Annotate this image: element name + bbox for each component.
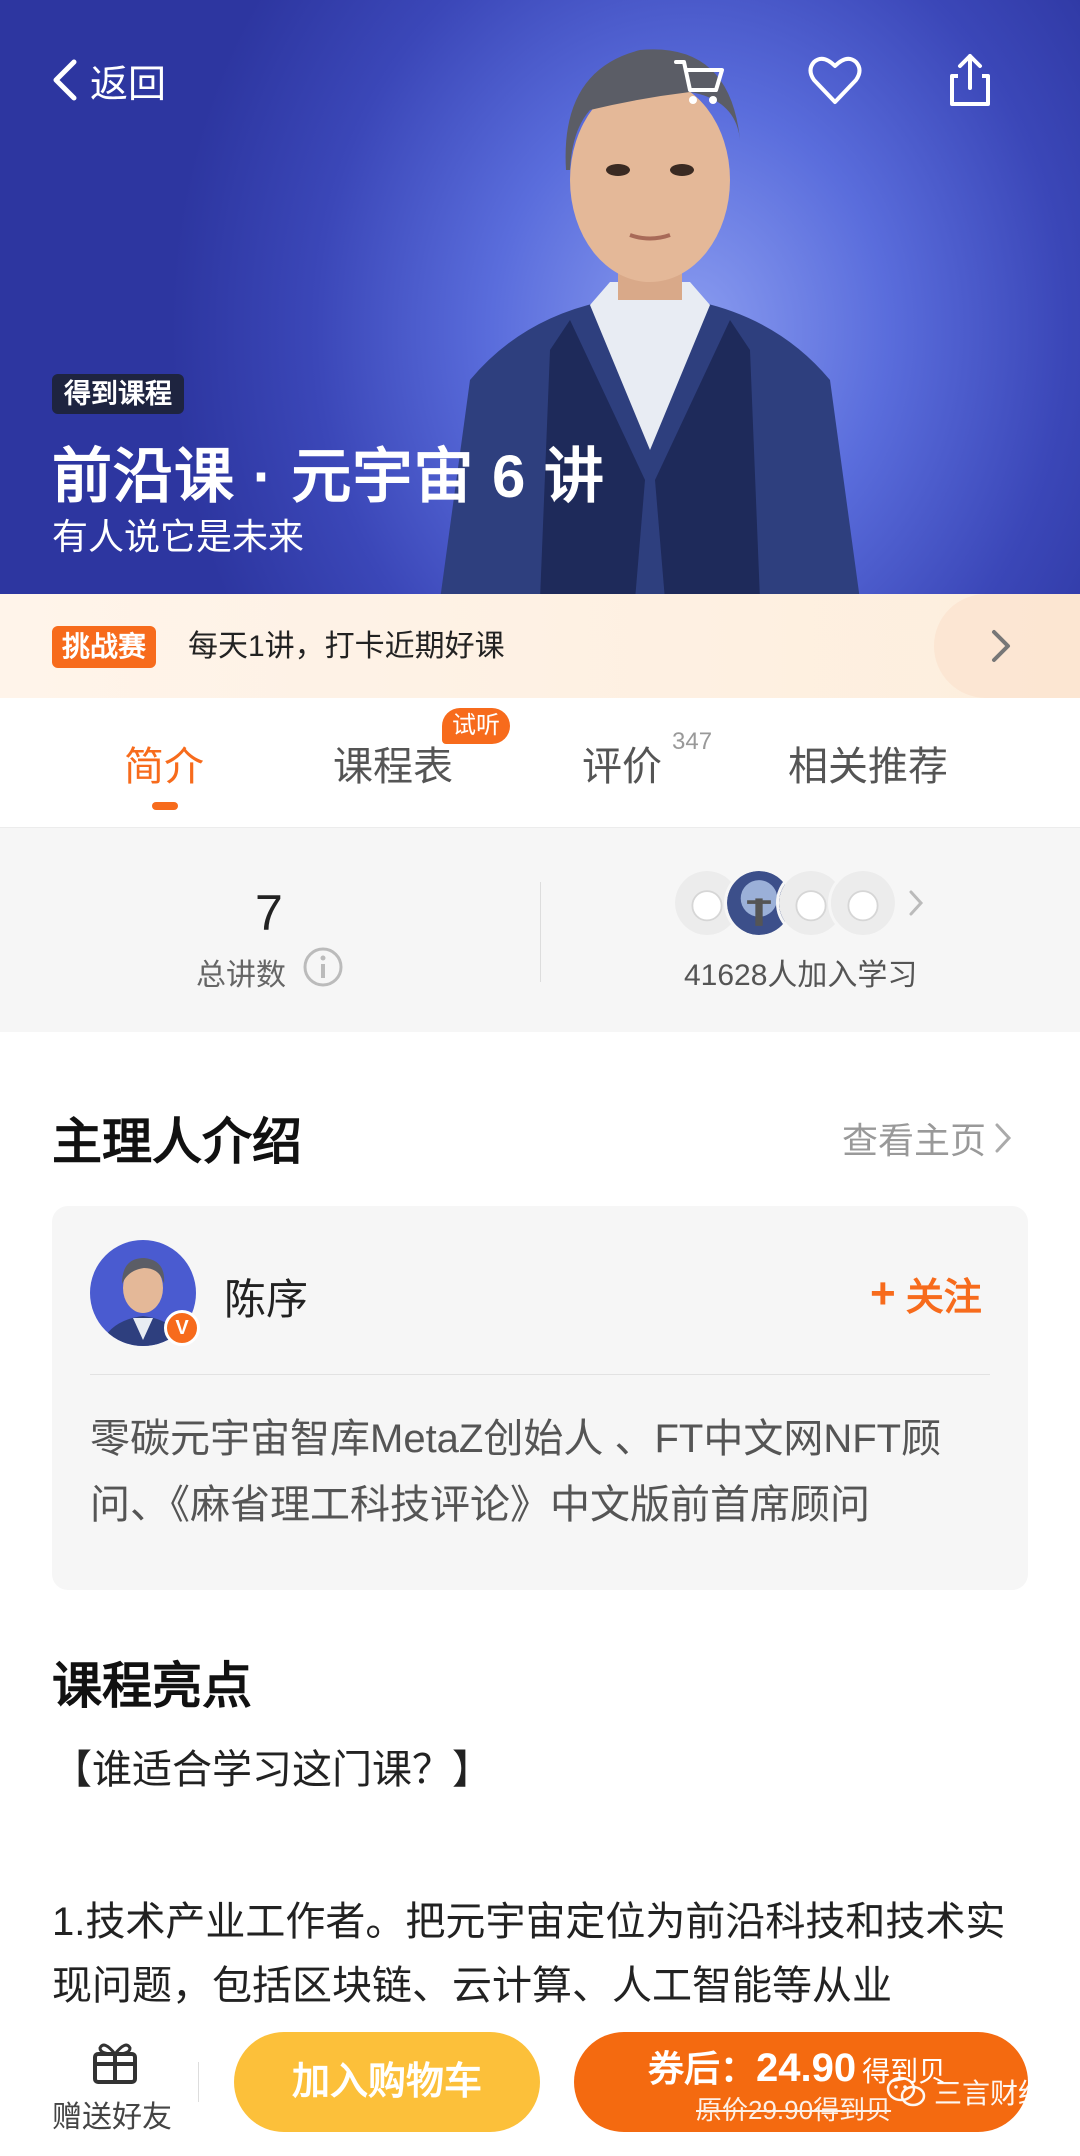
- gift-friend-label[interactable]: 赠送好友: [52, 2092, 172, 2136]
- highlights-question: 【谁适合学习这门课？】: [52, 1748, 492, 1792]
- tab-intro[interactable]: 简介: [124, 734, 204, 792]
- add-to-cart-button[interactable]: 加入购物车: [234, 2032, 540, 2132]
- course-stats: 7 总讲数 41628人加入学习: [0, 828, 1080, 1032]
- host-bio: 零碳元宇宙智库MetaZ创始人 、FT中文网NFT顾问、《麻省理工科技评论》中文…: [90, 1417, 942, 1527]
- review-count: 347: [672, 728, 713, 755]
- original-price: 原价29.90得到贝: [696, 2095, 892, 2125]
- chevron-left-icon: [53, 59, 77, 101]
- tab-related[interactable]: 相关推荐: [788, 734, 948, 792]
- verified-badge: V: [164, 1310, 200, 1346]
- wechat-icon: [886, 2076, 926, 2107]
- chevron-right-icon: [995, 1123, 1012, 1153]
- chevron-right-icon: [992, 630, 1010, 662]
- back-button[interactable]: 返回: [50, 52, 166, 108]
- learner-avatars[interactable]: [672, 868, 912, 944]
- highlights-point-1: 1.技术产业工作者。把元宇宙定位为前沿科技和技术实现问题，包括区块链、云计算、人…: [52, 1900, 1006, 2008]
- info-icon[interactable]: [302, 946, 344, 988]
- price-value: 24.90: [756, 2046, 857, 2090]
- host-card[interactable]: V 陈序 + 关注 零碳元宇宙智库MetaZ创始人 、FT中文网NFT顾问、《麻…: [52, 1206, 1028, 1590]
- plus-icon: +: [870, 1268, 896, 1318]
- watermark: 三言财经: [886, 2072, 1046, 2112]
- course-source-badge: 得到课程: [52, 374, 184, 414]
- view-homepage-link[interactable]: 查看主页: [842, 1112, 1012, 1164]
- tab-reviews[interactable]: 评价: [582, 734, 662, 792]
- back-label: 返回: [90, 63, 167, 106]
- challenge-text: 每天1讲，打卡近期好课: [188, 630, 505, 663]
- lecture-count: 7: [255, 885, 283, 941]
- chevron-right-icon: [909, 890, 924, 916]
- tab-bar: 简介 课程表 试听 评价 347 相关推荐: [0, 698, 1080, 828]
- follow-button[interactable]: + 关注: [870, 1266, 982, 1321]
- learner-avatar: [828, 868, 898, 938]
- cart-icon[interactable]: [670, 50, 730, 110]
- follow-label: 关注: [905, 1277, 982, 1319]
- bottom-bar-divider: [198, 2062, 199, 2102]
- active-tab-indicator: [152, 802, 178, 810]
- highlights-section-title: 课程亮点: [52, 1658, 252, 1714]
- host-card-divider: [90, 1374, 990, 1375]
- course-hero: 返回 得到课程 前沿课 · 元宇宙 6 讲 有人说它是未来: [0, 0, 1080, 594]
- coupon-prefix: 券后：: [648, 2048, 757, 2089]
- gift-icon[interactable]: [90, 2036, 140, 2086]
- challenge-tag: 挑战赛: [52, 626, 157, 668]
- lecture-count-label: 总讲数: [196, 959, 286, 992]
- course-subtitle: 有人说它是未来: [52, 516, 305, 557]
- trial-badge: 试听: [442, 708, 510, 744]
- share-icon[interactable]: [940, 50, 1000, 110]
- top-navigation-bar: 返回: [0, 40, 1080, 120]
- challenge-banner[interactable]: 挑战赛 每天1讲，打卡近期好课: [0, 594, 1080, 698]
- host-name[interactable]: 陈序: [224, 1266, 308, 1327]
- learner-count: 41628人加入学习: [684, 959, 918, 992]
- tab-syllabus[interactable]: 课程表: [333, 734, 453, 792]
- course-title: 前沿课 · 元宇宙 6 讲: [52, 443, 606, 510]
- stats-divider: [540, 882, 541, 982]
- view-homepage-label: 查看主页: [842, 1120, 987, 1161]
- heart-icon[interactable]: [805, 50, 865, 110]
- host-section-title: 主理人介绍: [52, 1114, 302, 1170]
- watermark-text: 三言财经: [934, 2078, 1047, 2109]
